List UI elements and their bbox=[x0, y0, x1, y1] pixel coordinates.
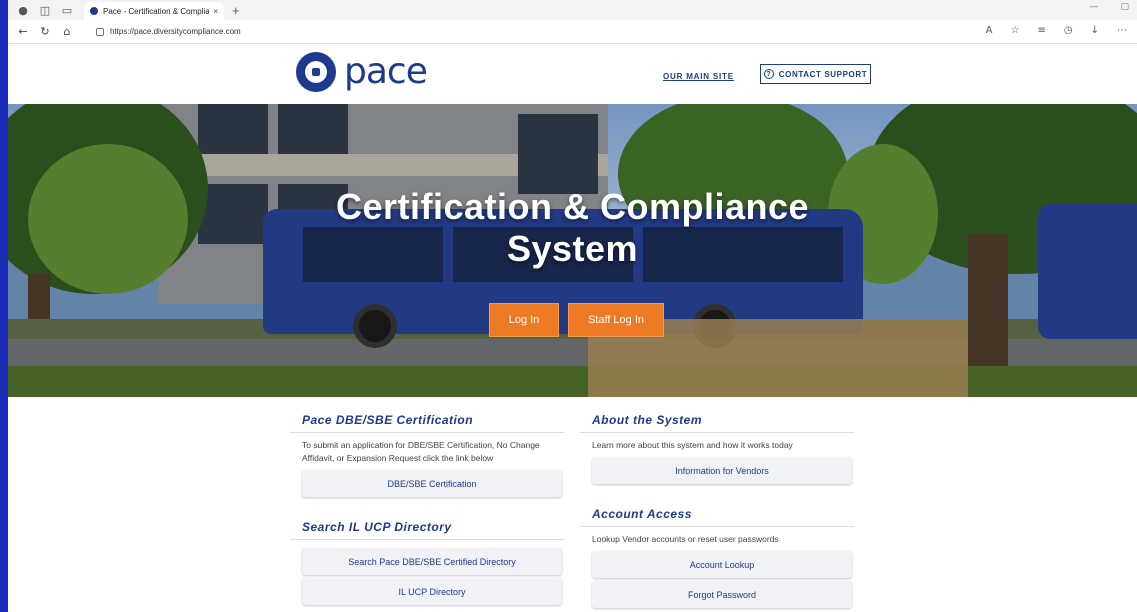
hero-banner: Certification & Compliance System Log In… bbox=[8, 104, 1137, 397]
desktop-background bbox=[0, 0, 8, 612]
minimize-button[interactable]: — bbox=[1089, 2, 1098, 12]
maximize-button[interactable]: ▢ bbox=[1120, 2, 1129, 12]
il-ucp-directory-button[interactable]: IL UCP Directory bbox=[302, 578, 562, 605]
pace-favicon-icon bbox=[90, 7, 98, 15]
section-title: Account Access bbox=[580, 507, 854, 527]
about-system-section: About the System Learn more about this s… bbox=[580, 413, 854, 484]
main-site-link[interactable]: OUR MAIN SITE bbox=[663, 72, 734, 81]
dbe-certification-section: Pace DBE/SBE Certification To submit an … bbox=[290, 413, 564, 497]
close-tab-icon[interactable]: × bbox=[213, 7, 218, 16]
workspaces-icon[interactable]: ◫ bbox=[38, 3, 52, 17]
search-certified-directory-button[interactable]: Search Pace DBE/SBE Certified Directory bbox=[302, 548, 562, 575]
pace-logo-icon bbox=[296, 52, 336, 92]
dbe-sbe-certification-button[interactable]: DBE/SBE Certification bbox=[302, 470, 562, 497]
account-lookup-button[interactable]: Account Lookup bbox=[592, 551, 852, 578]
hero-title-line-2: System bbox=[506, 228, 639, 269]
section-title: Search IL UCP Directory bbox=[290, 520, 564, 540]
account-access-section: Account Access Lookup Vendor accounts or… bbox=[580, 507, 854, 608]
back-icon[interactable]: ← bbox=[16, 25, 30, 38]
url-text: https://pace.diversitycompliance.com bbox=[110, 27, 241, 36]
information-for-vendors-button[interactable]: Information for Vendors bbox=[592, 457, 852, 484]
tab-bar: ● ◫ ▭ Pace - Certification & Compliance … bbox=[8, 0, 1137, 20]
browser-toolbar: A ☆ ≡ ◷ ↓ ⋯ bbox=[986, 25, 1127, 36]
refresh-icon[interactable]: ↻ bbox=[38, 25, 52, 38]
lock-icon[interactable] bbox=[96, 27, 104, 36]
forgot-password-button[interactable]: Forgot Password bbox=[592, 581, 852, 608]
tab-actions-icon[interactable]: ▭ bbox=[60, 3, 74, 17]
section-description: Lookup Vendor accounts or reset user pas… bbox=[592, 534, 779, 544]
main-content: Pace DBE/SBE Certification To submit an … bbox=[8, 397, 1137, 612]
more-icon[interactable]: ⋯ bbox=[1117, 25, 1127, 36]
profile-icon[interactable]: ● bbox=[16, 3, 30, 17]
new-tab-button[interactable]: + bbox=[232, 3, 240, 18]
help-icon: ? bbox=[763, 69, 774, 79]
history-icon[interactable]: ◷ bbox=[1064, 25, 1073, 36]
section-title: About the System bbox=[580, 413, 854, 433]
read-aloud-icon[interactable]: A bbox=[986, 25, 993, 36]
section-description: To submit an application for DBE/SBE Cer… bbox=[302, 440, 540, 463]
favorites-bar-icon[interactable]: ≡ bbox=[1037, 25, 1045, 36]
favorite-icon[interactable]: ☆ bbox=[1011, 25, 1020, 36]
tab-title: Pace - Certification & Compliance bbox=[103, 6, 210, 16]
browser-window: ● ◫ ▭ Pace - Certification & Compliance … bbox=[8, 0, 1137, 612]
window-controls: — ▢ bbox=[1089, 2, 1129, 12]
site-header: pace OUR MAIN SITE ? CONTACT SUPPORT bbox=[8, 44, 1137, 104]
logo-text: pace bbox=[344, 51, 428, 92]
download-icon[interactable]: ↓ bbox=[1091, 25, 1099, 36]
hero-buttons: Log In Staff Log In bbox=[489, 303, 664, 337]
staff-log-in-button[interactable]: Staff Log In bbox=[568, 303, 664, 337]
browser-tab[interactable]: Pace - Certification & Compliance × bbox=[84, 2, 224, 20]
log-in-button[interactable]: Log In bbox=[489, 303, 559, 337]
home-icon[interactable]: ⌂ bbox=[60, 25, 74, 38]
url-field[interactable]: https://pace.diversitycompliance.com bbox=[86, 22, 966, 41]
hero-title-line-1: Certification & Compliance bbox=[335, 186, 810, 227]
search-directory-section: Search IL UCP Directory Search Pace DBE/… bbox=[290, 520, 564, 605]
address-bar-row: ← ↻ ⌂ https://pace.diversitycompliance.c… bbox=[8, 20, 1137, 44]
section-description: Learn more about this system and how it … bbox=[592, 440, 793, 450]
hero-title: Certification & Compliance System bbox=[8, 186, 1137, 270]
section-title: Pace DBE/SBE Certification bbox=[290, 413, 564, 433]
pace-logo[interactable]: pace bbox=[296, 51, 428, 92]
contact-support-button[interactable]: ? CONTACT SUPPORT bbox=[760, 64, 871, 84]
contact-support-label: CONTACT SUPPORT bbox=[778, 69, 868, 79]
